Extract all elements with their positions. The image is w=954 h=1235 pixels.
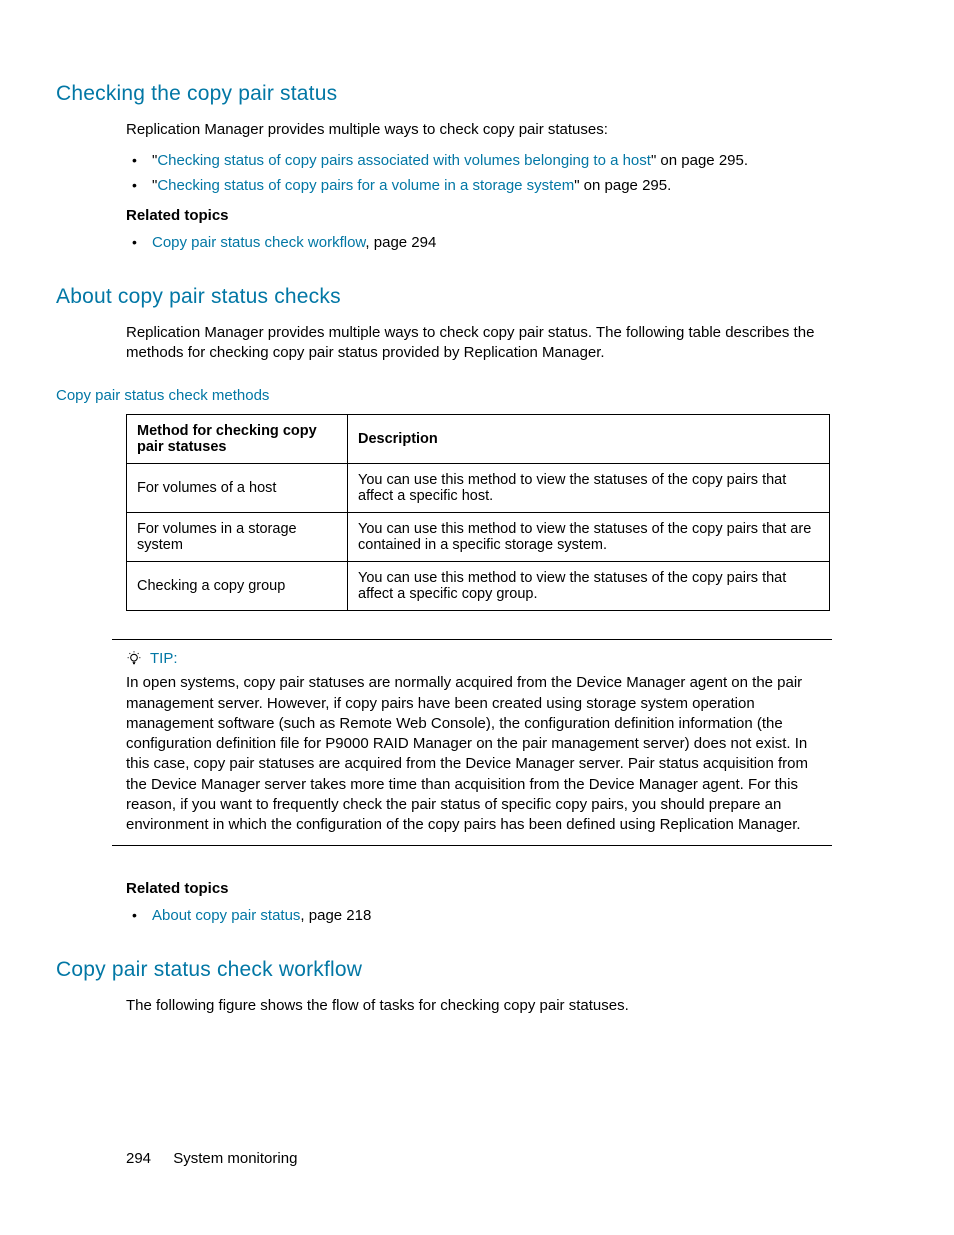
bullet-suffix: " on page 295. (651, 152, 748, 169)
tip-block: TIP: In open systems, copy pair statuses… (112, 639, 832, 846)
list-item: About copy pair status, page 218 (126, 905, 834, 928)
intro-text-2: Replication Manager provides multiple wa… (126, 323, 834, 364)
table-header-description: Description (348, 415, 830, 464)
bullet-list: "Checking status of copy pairs associate… (126, 150, 834, 197)
link-checking-status-host[interactable]: Checking status of copy pairs associated… (157, 152, 651, 169)
intro-text-3: The following figure shows the flow of t… (126, 996, 834, 1016)
table-row: Checking a copy group You can use this m… (127, 562, 830, 611)
table-row: For volumes in a storage system You can … (127, 513, 830, 562)
heading-copy-pair-status-check-workflow: Copy pair status check workflow (56, 958, 834, 982)
table-header-method: Method for checking copy pair statuses (127, 415, 348, 464)
link-copy-pair-workflow[interactable]: Copy pair status check workflow (152, 234, 365, 251)
methods-table: Method for checking copy pair statuses D… (126, 414, 830, 611)
page-number: 294 (126, 1150, 151, 1167)
list-item: Copy pair status check workflow, page 29… (126, 232, 834, 255)
related-list-2: About copy pair status, page 218 (126, 905, 834, 928)
chapter-name: System monitoring (173, 1150, 297, 1167)
page-footer: 294 System monitoring (126, 1150, 297, 1167)
related-topics-label-2: Related topics (126, 880, 834, 897)
link-checking-status-storage[interactable]: Checking status of copy pairs for a volu… (157, 177, 574, 194)
link-about-copy-pair-status[interactable]: About copy pair status (152, 907, 300, 924)
table-cell-desc: You can use this method to view the stat… (348, 513, 830, 562)
table-cell-method: Checking a copy group (127, 562, 348, 611)
heading-about-copy-pair-status-checks: About copy pair status checks (56, 285, 834, 309)
lightbulb-icon (126, 651, 142, 667)
table-cell-method: For volumes in a storage system (127, 513, 348, 562)
table-row: For volumes of a host You can use this m… (127, 464, 830, 513)
heading-checking-copy-pair-status: Checking the copy pair status (56, 82, 834, 106)
table-cell-desc: You can use this method to view the stat… (348, 464, 830, 513)
list-item: "Checking status of copy pairs for a vol… (126, 175, 834, 198)
table-cell-method: For volumes of a host (127, 464, 348, 513)
table-cell-desc: You can use this method to view the stat… (348, 562, 830, 611)
related-suffix: , page 294 (365, 234, 436, 251)
tip-label: TIP: (150, 650, 178, 667)
bullet-suffix: " on page 295. (574, 177, 671, 194)
table-caption: Copy pair status check methods (56, 387, 834, 404)
related-topics-label: Related topics (126, 207, 834, 224)
related-suffix: , page 218 (300, 907, 371, 924)
related-list: Copy pair status check workflow, page 29… (126, 232, 834, 255)
intro-text: Replication Manager provides multiple wa… (126, 120, 834, 140)
table-header-row: Method for checking copy pair statuses D… (127, 415, 830, 464)
list-item: "Checking status of copy pairs associate… (126, 150, 834, 173)
tip-text: In open systems, copy pair statuses are … (126, 673, 832, 835)
